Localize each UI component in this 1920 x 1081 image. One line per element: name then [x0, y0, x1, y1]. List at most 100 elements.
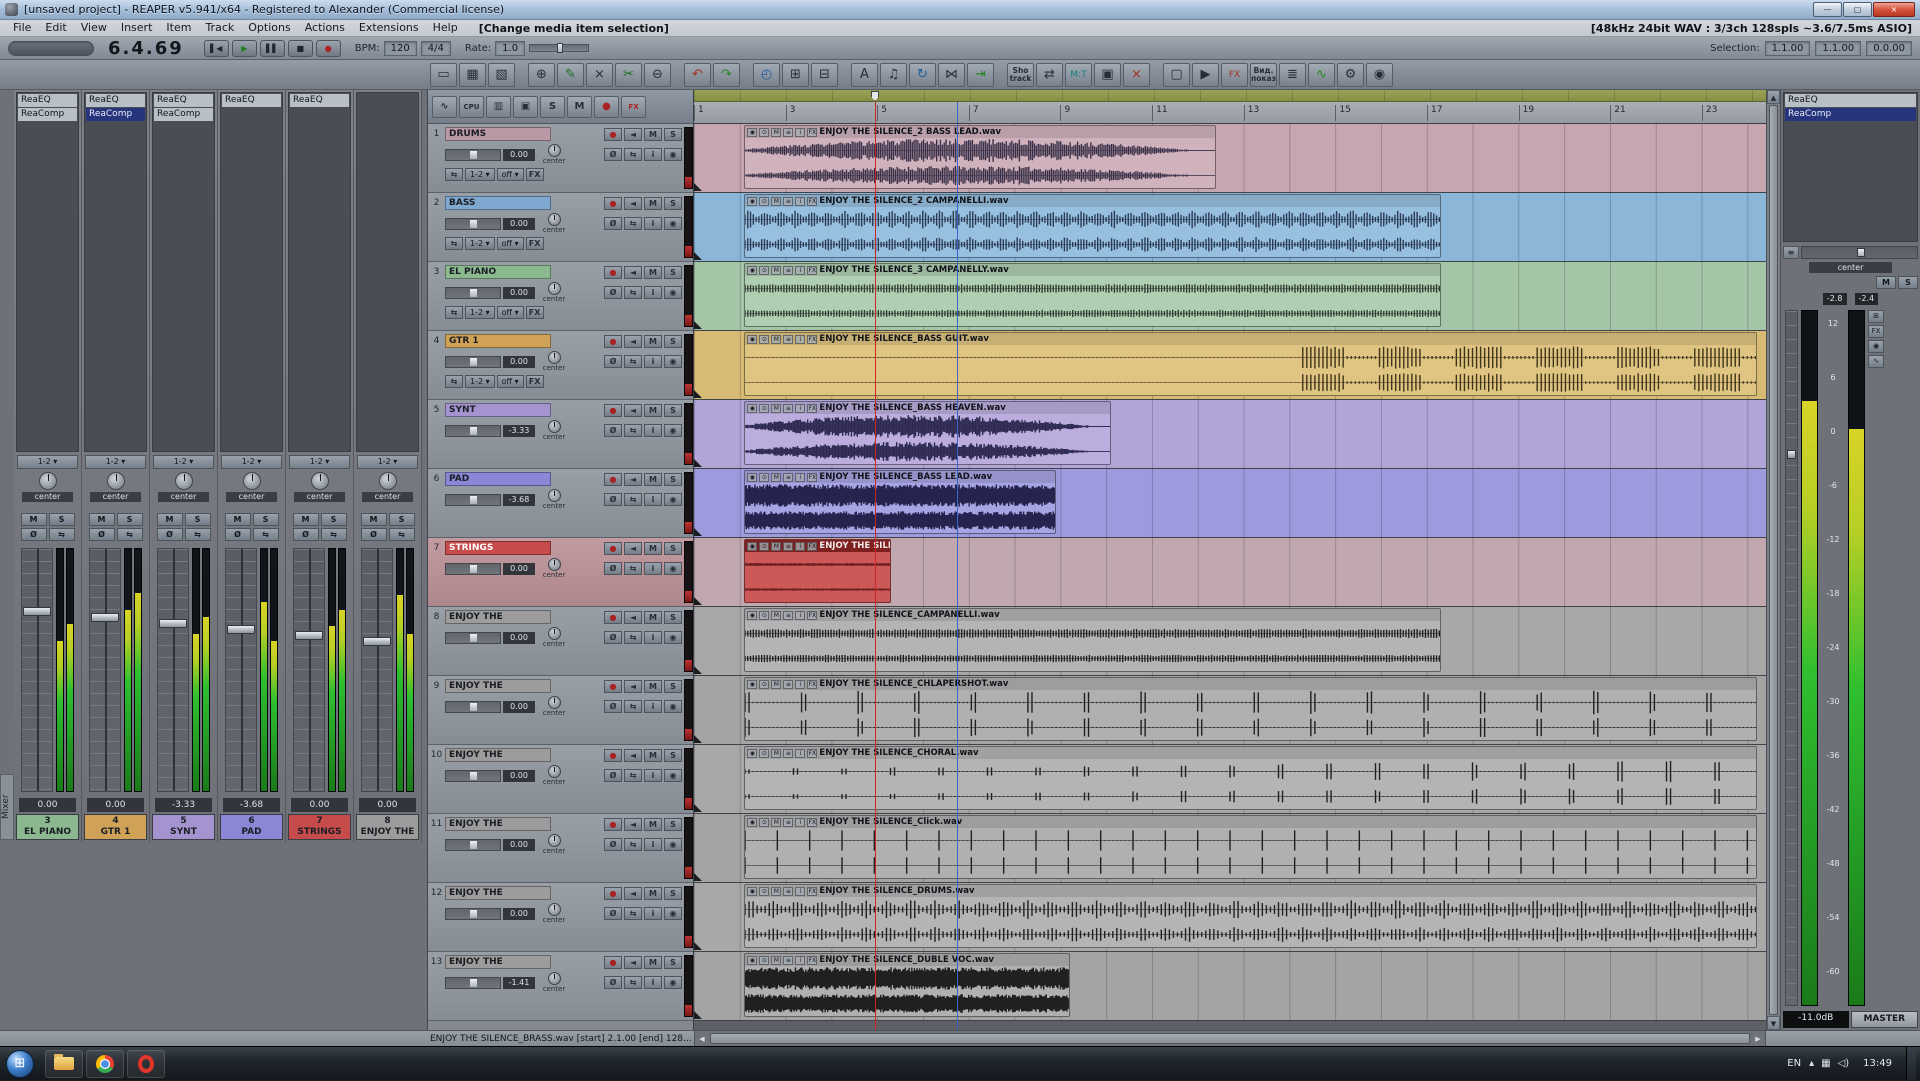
monitor-button[interactable]: ◄: [624, 197, 642, 210]
maximize-button[interactable]: ▢: [1843, 2, 1872, 17]
item-fx-icon[interactable]: FX: [807, 404, 817, 413]
pan-knob[interactable]: [548, 351, 561, 364]
item-properties-icon[interactable]: i: [795, 542, 805, 551]
mute-button[interactable]: M: [293, 513, 319, 526]
trim-button[interactable]: ◉: [664, 217, 682, 230]
pan-knob[interactable]: [379, 472, 397, 490]
volume-fader-thumb[interactable]: [23, 607, 51, 616]
media-item[interactable]: ◉⊙M≡iFXENJOY THE SILENCE_BASS LEAD.wav: [744, 470, 1056, 534]
rate-value[interactable]: 1.0: [495, 41, 525, 56]
monitor-button[interactable]: ◄: [624, 749, 642, 762]
mute-button[interactable]: M: [644, 542, 662, 555]
item-properties-icon[interactable]: i: [795, 197, 805, 206]
master-pan-fader[interactable]: [1801, 246, 1918, 259]
item-lock-icon[interactable]: ⊙: [759, 266, 769, 275]
master-pan-thumb[interactable]: [1857, 248, 1865, 257]
toolbar-snap-toggle-button[interactable]: ⊟: [811, 63, 838, 87]
routing-select[interactable]: 1-2 ▾: [465, 237, 495, 250]
track-fx-button[interactable]: FX: [526, 306, 544, 319]
tcp-track-12[interactable]: 12ENJOY THE●◄MS0.00centerØ⇆i◉: [428, 883, 693, 952]
volume-fader[interactable]: [445, 218, 501, 230]
tcp-track-3[interactable]: 3EL PIANO●◄MS0.00centerØ⇆i◉⇆1-2 ▾off ▾FX: [428, 262, 693, 331]
trim-button[interactable]: ◉: [664, 976, 682, 989]
pan-knob[interactable]: [548, 903, 561, 916]
trim-button[interactable]: ◉: [664, 493, 682, 506]
env-button[interactable]: i: [644, 631, 662, 644]
io-button[interactable]: ⇆: [624, 286, 642, 299]
item-fx-icon[interactable]: FX: [807, 335, 817, 344]
io-button[interactable]: ⇆: [624, 562, 642, 575]
volume-fader[interactable]: [445, 632, 501, 644]
solo-button[interactable]: S: [664, 749, 682, 762]
track-lane-8[interactable]: ◉⊙M≡iFXENJOY THE SILENCE_CAMPANELLI.wav: [694, 607, 1766, 676]
item-mute-icon[interactable]: M: [771, 956, 781, 965]
taskbar-clock[interactable]: 13:49: [1857, 1058, 1898, 1069]
toolbar-auto-crossfade-button[interactable]: ⋈: [938, 63, 965, 87]
solo-button[interactable]: S: [664, 128, 682, 141]
volume-fader-thumb[interactable]: [470, 841, 477, 849]
item-properties-icon[interactable]: i: [795, 749, 805, 758]
mute-button[interactable]: M: [644, 128, 662, 141]
item-mute-icon[interactable]: M: [771, 266, 781, 275]
mixer-fx-slot[interactable]: ReaComp: [18, 108, 77, 121]
mixer-routing-button[interactable]: 1-2 ▾: [221, 455, 282, 469]
env-button[interactable]: i: [644, 286, 662, 299]
solo-button[interactable]: S: [664, 887, 682, 900]
pan-knob[interactable]: [548, 696, 561, 709]
media-item[interactable]: ◉⊙M≡iFXENJOY THE SILENCE_Click.wav: [744, 815, 1756, 879]
toolbar-pencil-button[interactable]: ✎: [557, 63, 584, 87]
master-label[interactable]: MASTER: [1851, 1011, 1919, 1028]
tcp-track-6[interactable]: 6PAD●◄MS-3.68centerØ⇆i◉: [428, 469, 693, 538]
item-fx-icon[interactable]: FX: [807, 611, 817, 620]
phase-button[interactable]: Ø: [604, 148, 622, 161]
record-arm-button[interactable]: ●: [604, 197, 622, 210]
master-mono-button[interactable]: ◉: [1868, 340, 1884, 353]
track-name-button[interactable]: ENJOY THE: [445, 955, 551, 969]
item-notes-icon[interactable]: ≡: [783, 887, 793, 896]
record-arm-button[interactable]: ●: [604, 818, 622, 831]
track-fx-button[interactable]: FX: [526, 168, 544, 181]
item-notes-icon[interactable]: ≡: [783, 956, 793, 965]
pan-knob[interactable]: [175, 472, 193, 490]
env-button[interactable]: i: [644, 769, 662, 782]
toolbar-time-readout-button[interactable]: ◴: [753, 63, 780, 87]
toolbar-zoom-out-button[interactable]: ⊖: [644, 63, 671, 87]
marker-lane[interactable]: [694, 90, 1766, 102]
mixer-track-label[interactable]: 7STRINGS: [288, 814, 351, 840]
media-item[interactable]: ◉⊙M≡iFXENJOY THE SILENCE_BASS HEAVEN.wav: [744, 401, 1110, 465]
track-name-button[interactable]: SYNT: [445, 403, 551, 417]
item-notes-icon[interactable]: ≡: [783, 404, 793, 413]
volume-fader-thumb[interactable]: [227, 625, 255, 634]
item-fx-icon[interactable]: FX: [807, 542, 817, 551]
mute-button[interactable]: M: [225, 513, 251, 526]
menu-help[interactable]: Help: [426, 20, 465, 36]
io-button[interactable]: ⇆: [321, 528, 347, 541]
toolbar-split-items-button[interactable]: ✂: [615, 63, 642, 87]
trim-button[interactable]: ◉: [664, 700, 682, 713]
menu-track[interactable]: Track: [198, 20, 241, 36]
env-button[interactable]: i: [644, 838, 662, 851]
volume-fader[interactable]: [445, 287, 501, 299]
toolbar-analyzer-button[interactable]: ∿: [1308, 63, 1335, 87]
pan-knob[interactable]: [39, 472, 57, 490]
tcp-env-button[interactable]: ∿: [432, 96, 457, 118]
item-volume-icon[interactable]: ◉: [747, 749, 757, 758]
media-item[interactable]: ◉⊙M≡iFXENJOY THE SILENCE_2 CAMPANELLI.wa…: [744, 194, 1440, 258]
mute-button[interactable]: M: [644, 473, 662, 486]
mixer-track-label[interactable]: 6PAD: [220, 814, 283, 840]
solo-button[interactable]: S: [664, 266, 682, 279]
track-lane-2[interactable]: ◉⊙M≡iFXENJOY THE SILENCE_2 CAMPANELLI.wa…: [694, 193, 1766, 262]
scroll-up-icon[interactable]: ▲: [1767, 90, 1780, 104]
solo-button[interactable]: S: [664, 542, 682, 555]
env-button[interactable]: i: [644, 562, 662, 575]
toolbar-remove-fx-button[interactable]: ×: [1123, 63, 1150, 87]
bpm-value[interactable]: 120: [384, 41, 417, 56]
toolbar-marquee-zoom-button[interactable]: ▢: [1163, 63, 1190, 87]
mute-button[interactable]: M: [644, 611, 662, 624]
record-arm-button[interactable]: ●: [604, 749, 622, 762]
tcp-track-9[interactable]: 9ENJOY THE●◄MS0.00centerØ⇆i◉: [428, 676, 693, 745]
mute-button[interactable]: M: [644, 956, 662, 969]
item-mute-icon[interactable]: M: [771, 197, 781, 206]
mute-button[interactable]: M: [644, 404, 662, 417]
mute-button[interactable]: M: [644, 266, 662, 279]
